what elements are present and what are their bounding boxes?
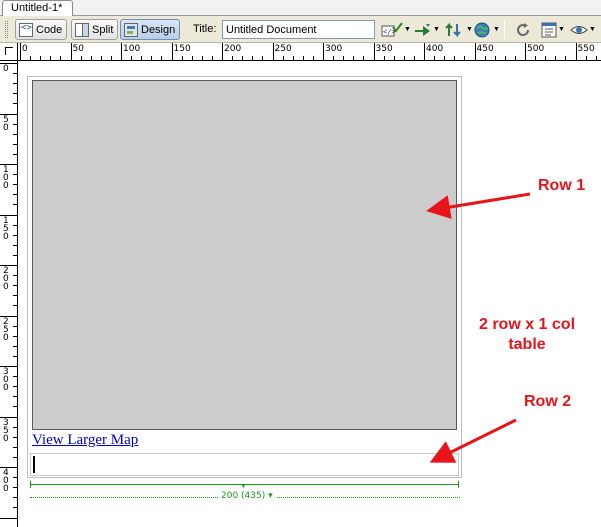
table-caption-line-1: 2 row x 1 col xyxy=(478,316,576,333)
row2-arrow xyxy=(429,418,517,463)
row1-arrow xyxy=(426,192,531,219)
table-caption-line-2: table xyxy=(508,336,546,353)
row2-annotation: Row 2 xyxy=(524,393,572,410)
table-caption-annotation: 2 row x 1 col table xyxy=(462,315,592,355)
row1-annotation: Row 1 xyxy=(538,177,586,194)
annotation-arrows xyxy=(426,192,531,463)
